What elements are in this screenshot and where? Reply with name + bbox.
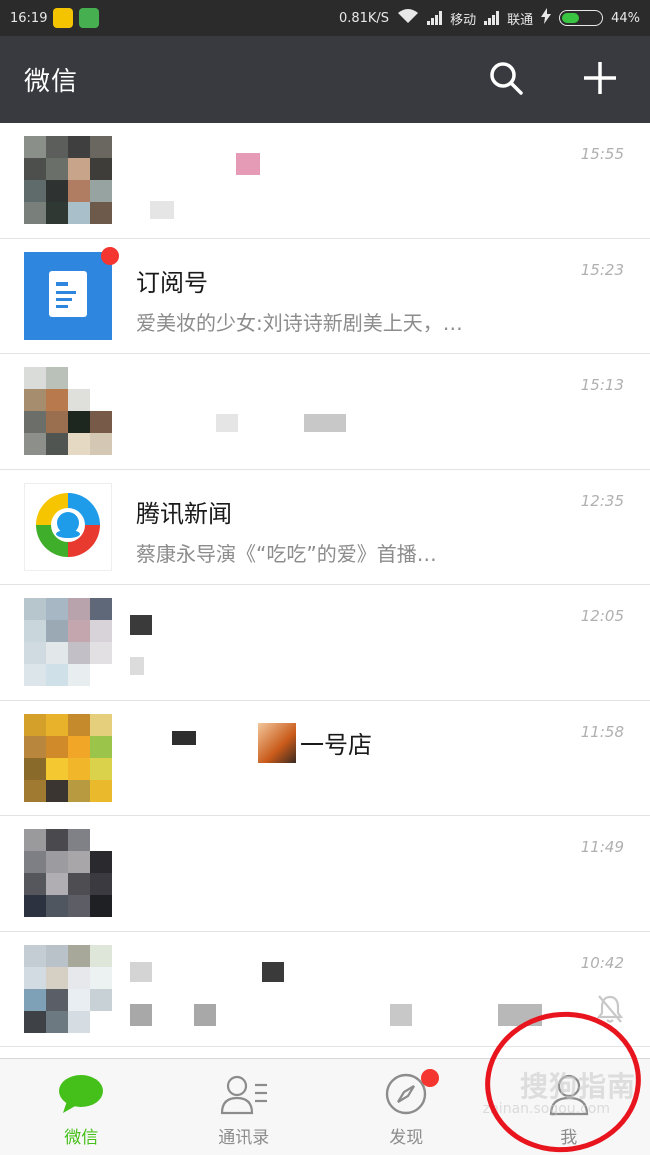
tencent-news-avatar xyxy=(24,482,112,571)
battery-text: 44% xyxy=(611,10,640,26)
watermark: 搜狗指南 xyxy=(519,1070,636,1103)
chat-name xyxy=(136,378,550,412)
chat-name xyxy=(136,609,550,643)
chat-bubble-icon xyxy=(56,1071,106,1117)
net-speed: 0.81K/S xyxy=(338,10,390,26)
redacted-block xyxy=(216,414,238,432)
document-icon xyxy=(48,270,88,322)
battery-app-icon xyxy=(79,8,100,28)
chat-preview: 蔡康永导演《“吃吃”的爱》首播… xyxy=(136,541,437,566)
avatar xyxy=(24,598,112,686)
chat-time: 11:49 xyxy=(580,838,624,856)
redacted-block xyxy=(258,722,296,763)
chat-row[interactable]: 15:55 xyxy=(0,123,650,239)
chat-time: 15:13 xyxy=(580,376,624,394)
subscription-avatar xyxy=(24,251,112,340)
bottom-nav: 微信 通讯录 发现 我 搜狗指南 zhinan.sogou.com xyxy=(0,1058,650,1155)
avatar xyxy=(24,944,112,1033)
chat-name: 订阅号 xyxy=(136,268,208,297)
battery-icon xyxy=(559,10,604,26)
contacts-icon xyxy=(219,1071,269,1117)
chat-time: 12:05 xyxy=(580,607,624,625)
search-button[interactable] xyxy=(484,58,528,102)
signal-icon-1 xyxy=(427,11,443,25)
chat-row[interactable]: 11:49 xyxy=(0,816,650,932)
redacted-block xyxy=(130,961,152,982)
chat-time: 15:23 xyxy=(580,260,624,279)
app-notification-icon xyxy=(53,8,74,28)
chat-name xyxy=(136,956,550,990)
chat-preview xyxy=(136,191,550,219)
redacted-block xyxy=(262,961,284,982)
charging-icon xyxy=(541,8,552,28)
chat-row[interactable]: 一号店 11:58 xyxy=(0,701,650,816)
signal-icon-2 xyxy=(484,11,500,25)
top-bar: 微信 xyxy=(0,36,650,123)
unread-badge xyxy=(101,246,119,265)
chat-row[interactable]: 15:13 xyxy=(0,354,650,470)
carrier-2: 联通 xyxy=(507,12,534,28)
status-bar: 16:19 0.81K/S 移动 联通 44% xyxy=(0,0,650,36)
watermark-url: zhinan.sogou.com xyxy=(482,1101,610,1117)
avatar xyxy=(24,136,112,224)
mute-bell-icon xyxy=(596,994,624,1028)
tab-label: 微信 xyxy=(64,1128,99,1148)
redacted-block xyxy=(236,153,260,175)
chat-preview: 爱美妆的少女:刘诗诗新剧美上天，… xyxy=(136,310,463,335)
tab-discover[interactable]: 发现 xyxy=(325,1059,488,1155)
redacted-block xyxy=(498,1003,542,1026)
tab-label: 我 xyxy=(560,1128,578,1148)
chat-time: 12:35 xyxy=(580,491,624,510)
redacted-block xyxy=(172,730,196,745)
chat-name xyxy=(136,147,550,181)
redacted-block xyxy=(390,1003,412,1026)
wifi-icon xyxy=(397,8,419,28)
add-button[interactable] xyxy=(578,58,622,102)
chat-time: 10:42 xyxy=(580,953,624,972)
redacted-block xyxy=(304,414,346,432)
tab-label: 发现 xyxy=(389,1128,424,1148)
app-title: 微信 xyxy=(24,67,79,97)
chat-row[interactable]: 10:42 xyxy=(0,932,650,1047)
search-icon xyxy=(488,60,524,100)
chat-row[interactable]: 订阅号 爱美妆的少女:刘诗诗新剧美上天，… 15:23 xyxy=(0,239,650,354)
avatar xyxy=(24,829,112,917)
tab-contacts[interactable]: 通讯录 xyxy=(163,1059,326,1155)
chat-preview xyxy=(136,769,550,797)
tab-chats[interactable]: 微信 xyxy=(0,1059,163,1155)
chat-preview xyxy=(136,884,550,912)
chat-name: 一号店 xyxy=(300,730,372,759)
chat-time: 15:55 xyxy=(580,145,624,163)
avatar xyxy=(24,713,112,802)
avatar xyxy=(24,367,112,455)
chat-name: 腾讯新闻 xyxy=(136,499,232,528)
plus-icon xyxy=(582,60,618,100)
status-time: 16:19 xyxy=(10,10,48,26)
chat-name xyxy=(136,840,550,874)
tab-label: 通讯录 xyxy=(218,1128,270,1148)
chat-list: 15:55 订阅号 爱美妆的少女:刘诗诗新剧美上天，… 15:23 15:13 … xyxy=(0,123,650,1058)
redacted-block xyxy=(130,1003,152,1026)
redacted-block xyxy=(130,657,144,675)
discover-badge xyxy=(421,1069,439,1087)
chat-row[interactable]: 腾讯新闻 蔡康永导演《“吃吃”的爱》首播… 12:35 xyxy=(0,470,650,585)
redacted-block xyxy=(130,615,152,635)
chat-row[interactable]: 12:05 xyxy=(0,585,650,701)
battery-level xyxy=(562,13,579,23)
carrier-1: 移动 xyxy=(450,12,477,28)
tencent-news-logo-icon xyxy=(33,490,103,564)
chat-time: 11:58 xyxy=(580,722,624,741)
redacted-block xyxy=(194,1003,216,1026)
chat-preview xyxy=(136,653,550,681)
redacted-block xyxy=(150,201,174,219)
